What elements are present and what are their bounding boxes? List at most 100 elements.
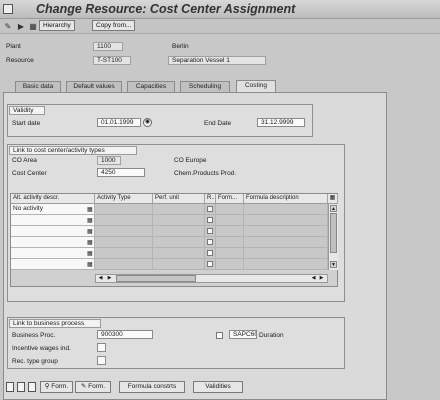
scroll-thumb[interactable] [330, 213, 337, 253]
incentive-wages-label: Incentive wages ind. [12, 345, 71, 352]
cost-center-group-title: Link to cost center/activity types [9, 146, 137, 155]
r-cell [205, 226, 216, 237]
alt-activity-cell[interactable] [11, 215, 95, 226]
calendar-icon[interactable]: ◉ [143, 118, 152, 127]
table-settings-icon[interactable]: ▦ [328, 194, 338, 204]
formula-cell [216, 215, 244, 226]
window-menu-icon[interactable] [3, 4, 13, 14]
resource-description: Separation Vessel 1 [168, 56, 266, 65]
cost-center-field[interactable]: 4250 [97, 168, 145, 177]
r-checkbox [207, 206, 213, 212]
resource-field: T-ST100 [93, 56, 131, 65]
formula-description-cell [244, 215, 328, 226]
business-proc-label: Business Proc. [12, 332, 56, 339]
search-help-icon[interactable]: ▦ [87, 239, 93, 246]
formula-cell [216, 248, 244, 259]
business-process-title: Link to business process [9, 319, 101, 328]
alt-activity-cell[interactable] [11, 226, 95, 237]
formula-edit-button-label: Form. [88, 383, 106, 390]
activity-type-cell [95, 204, 153, 215]
duration-label: Duration [259, 332, 284, 339]
duration-code-field[interactable]: SAPC60 [229, 330, 257, 339]
toggle-icon[interactable]: ✎ [3, 21, 13, 31]
copy-from-button[interactable]: Copy from... [92, 20, 136, 31]
formula-cell [216, 226, 244, 237]
scroll-right-end-icon[interactable]: ▶ [318, 275, 325, 282]
magnifier-icon: ⚲ [44, 383, 50, 390]
search-help-icon[interactable]: ▦ [87, 217, 93, 224]
formula-button-label: Form. [51, 383, 69, 390]
search-help-icon[interactable]: ▦ [87, 261, 93, 268]
formula-button[interactable]: ⚲ Form. [40, 381, 73, 393]
formula-edit-button[interactable]: ✎ Form. [75, 381, 111, 393]
plant-field: 1100 [93, 42, 123, 51]
perf-unit-cell [153, 259, 205, 270]
alt-activity-cell[interactable]: No activity [11, 204, 95, 215]
page-icon[interactable] [6, 382, 14, 392]
co-area-field: 1000 [97, 156, 121, 165]
scroll-right-icon[interactable]: ▶ [106, 275, 113, 282]
column-header-activity-type[interactable]: Activity Type [95, 194, 153, 204]
vertical-scrollbar[interactable]: ▲ ▼ [328, 204, 338, 270]
formula-constraints-button[interactable]: Formula constrts [119, 381, 185, 393]
business-proc-field[interactable]: 900300 [97, 330, 153, 339]
validities-button[interactable]: Validities [193, 381, 243, 393]
cost-center-description: Chem.Products Prod. [174, 170, 237, 177]
search-help-icon[interactable]: ▦ [87, 228, 93, 235]
start-date-field[interactable]: 01.01.1999 [97, 118, 141, 127]
duration-checkbox[interactable] [216, 332, 223, 339]
tab-basic-data[interactable]: Basic data [15, 81, 61, 92]
formula-cell [216, 204, 244, 215]
column-header-perf-unit[interactable]: Perf. unit [153, 194, 205, 204]
formula-description-cell [244, 226, 328, 237]
page-icon[interactable] [17, 382, 25, 392]
hierarchy-icon: ▦ [29, 21, 37, 31]
search-help-icon[interactable]: ▦ [87, 206, 93, 213]
scroll-down-icon[interactable]: ▼ [330, 261, 337, 268]
r-cell [205, 248, 216, 259]
search-help-icon[interactable]: ▦ [87, 250, 93, 257]
scroll-left-icon[interactable]: ◀ [97, 275, 104, 282]
column-header-formula[interactable]: Form... [216, 194, 244, 204]
scroll-up-icon[interactable]: ▲ [330, 205, 337, 212]
alt-activity-cell[interactable] [11, 237, 95, 248]
page-icon[interactable] [28, 382, 36, 392]
activity-type-cell [95, 226, 153, 237]
column-header-formula-description[interactable]: Formula description [244, 194, 328, 204]
formula-description-cell [244, 204, 328, 215]
formula-description-cell [244, 237, 328, 248]
perf-unit-cell [153, 248, 205, 259]
incentive-wages-field[interactable] [97, 343, 106, 352]
pencil-icon: ✎ [80, 383, 87, 390]
end-date-field[interactable]: 31.12.9999 [257, 118, 305, 127]
r-cell [205, 259, 216, 270]
alt-activity-cell[interactable] [11, 248, 95, 259]
validity-title: Validity [9, 106, 45, 115]
co-area-label: CO Area [12, 157, 37, 164]
horizontal-scroll-thumb[interactable] [116, 275, 196, 282]
formula-description-cell [244, 248, 328, 259]
other-object-icon[interactable]: ▶ [16, 21, 26, 31]
perf-unit-cell [153, 204, 205, 215]
horizontal-scrollbar[interactable]: ◀ ▶ ◀ ▶ [95, 274, 328, 283]
tab-scheduling[interactable]: Scheduling [180, 81, 230, 92]
scroll-left-end-icon[interactable]: ◀ [310, 275, 317, 282]
end-date-label: End Date [204, 120, 232, 127]
activity-type-cell [95, 248, 153, 259]
formula-description-cell [244, 259, 328, 270]
tab-capacities[interactable]: Capacities [127, 81, 175, 92]
r-checkbox [207, 217, 213, 223]
column-header-r[interactable]: R.. [205, 194, 216, 204]
column-header-alt-activity[interactable]: Alt. activity descr. [11, 194, 95, 204]
rec-type-group-field[interactable] [97, 356, 106, 365]
resource-label: Resource [6, 57, 34, 64]
perf-unit-cell [153, 226, 205, 237]
r-cell [205, 204, 216, 215]
activity-table: Alt. activity descr. Activity Type Perf.… [10, 193, 338, 287]
cost-center-label: Cost Center [12, 170, 47, 177]
activity-type-cell [95, 215, 153, 226]
co-area-description: CO Europe [174, 157, 207, 164]
hierarchy-button[interactable]: Hierarchy [39, 20, 75, 31]
alt-activity-cell[interactable] [11, 259, 95, 270]
tab-default-values[interactable]: Default values [66, 81, 122, 92]
